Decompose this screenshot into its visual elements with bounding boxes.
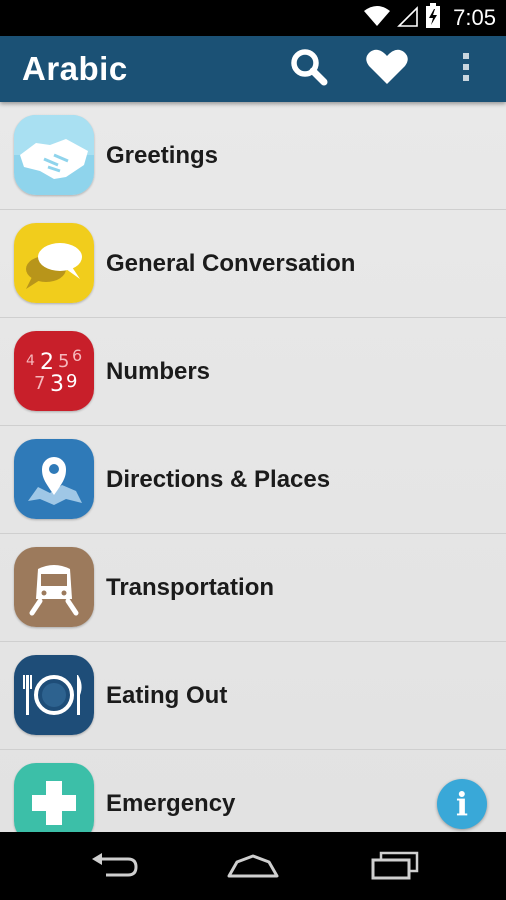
speech-bubbles-icon	[14, 223, 94, 303]
svg-text:6: 6	[72, 346, 82, 365]
svg-text:9: 9	[66, 371, 77, 392]
app-bar: Arabic	[0, 36, 506, 102]
cell-signal-icon	[397, 4, 419, 33]
category-item-directions-places[interactable]: Directions & Places	[0, 426, 506, 534]
svg-text:7: 7	[34, 373, 45, 394]
category-label: Numbers	[106, 358, 211, 385]
search-icon	[289, 47, 329, 92]
category-label: Emergency	[106, 790, 236, 817]
overflow-menu-icon	[461, 52, 471, 87]
category-item-transportation[interactable]: Transportation	[0, 534, 506, 642]
plate-cutlery-icon	[14, 655, 94, 735]
recent-apps-button[interactable]	[360, 842, 430, 892]
info-button[interactable]: i	[437, 779, 487, 829]
category-item-eating-out[interactable]: Eating Out	[0, 642, 506, 750]
numbers-icon: 2 5 6 4 7 3 9	[14, 331, 94, 411]
category-label: Eating Out	[106, 682, 228, 709]
svg-text:4: 4	[26, 353, 35, 369]
category-label: Transportation	[106, 574, 275, 601]
favorites-button[interactable]	[362, 46, 412, 92]
navigation-bar	[0, 832, 506, 900]
category-label: General Conversation	[106, 250, 356, 277]
category-label: Directions & Places	[106, 466, 331, 493]
battery-charging-icon	[425, 2, 441, 34]
wifi-icon	[363, 4, 391, 33]
status-bar: 7:05	[0, 0, 506, 36]
recent-apps-icon	[369, 850, 421, 885]
search-button[interactable]	[284, 46, 334, 92]
handshake-icon	[14, 115, 94, 195]
status-icons: 7:05	[363, 2, 496, 34]
category-label: Greetings	[106, 142, 219, 169]
svg-text:5: 5	[58, 351, 69, 372]
back-icon	[88, 850, 138, 885]
back-button[interactable]	[78, 842, 148, 892]
map-pin-icon	[14, 439, 94, 519]
train-icon	[14, 547, 94, 627]
home-button[interactable]	[218, 842, 288, 892]
medical-cross-icon	[14, 763, 94, 832]
overflow-menu-button[interactable]	[441, 46, 491, 92]
category-item-general-conversation[interactable]: General Conversation	[0, 210, 506, 318]
category-item-emergency[interactable]: Emergency	[0, 750, 506, 832]
heart-icon	[365, 48, 409, 91]
info-icon: i	[455, 785, 469, 823]
category-item-greetings[interactable]: Greetings	[0, 102, 506, 210]
app-title: Arabic	[22, 50, 128, 87]
status-time: 7:05	[453, 5, 496, 30]
category-item-numbers[interactable]: 2 5 6 4 7 3 9 Numbers	[0, 318, 506, 426]
category-list[interactable]: Greetings General Conversation 2 5 6 4 7	[0, 102, 506, 832]
home-icon	[225, 850, 281, 885]
svg-text:3: 3	[50, 372, 64, 397]
